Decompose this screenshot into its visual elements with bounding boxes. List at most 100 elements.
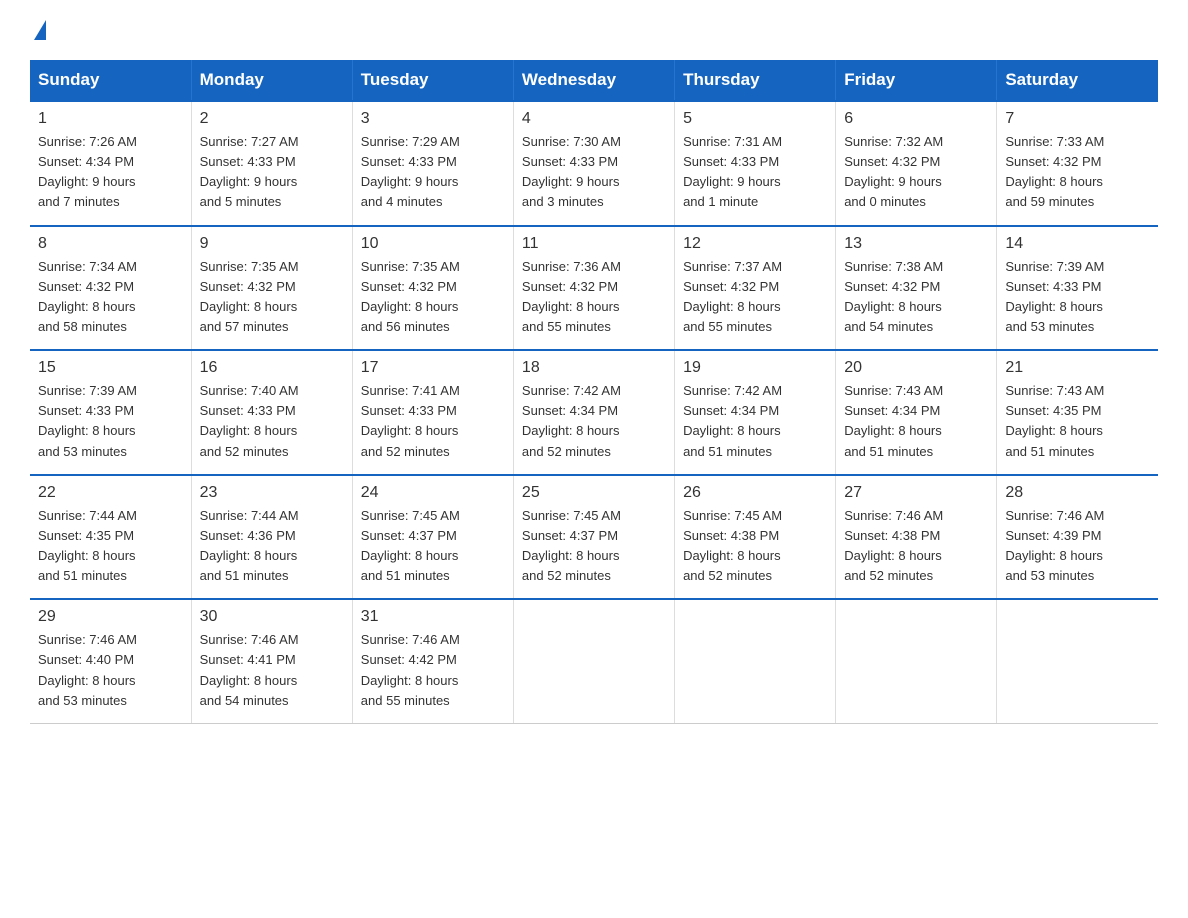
day-number: 15	[38, 359, 183, 377]
day-info: Sunrise: 7:41 AMSunset: 4:33 PMDaylight:…	[361, 381, 505, 462]
day-number: 18	[522, 359, 666, 377]
calendar-day-cell: 20 Sunrise: 7:43 AMSunset: 4:34 PMDaylig…	[836, 350, 997, 475]
day-of-week-header: Thursday	[675, 60, 836, 101]
logo-blue-text	[30, 20, 46, 42]
calendar-day-cell: 14 Sunrise: 7:39 AMSunset: 4:33 PMDaylig…	[997, 226, 1158, 351]
calendar-day-cell: 15 Sunrise: 7:39 AMSunset: 4:33 PMDaylig…	[30, 350, 191, 475]
day-info: Sunrise: 7:46 AMSunset: 4:41 PMDaylight:…	[200, 630, 344, 711]
calendar-week-row: 29 Sunrise: 7:46 AMSunset: 4:40 PMDaylig…	[30, 599, 1158, 723]
day-number: 20	[844, 359, 988, 377]
calendar-table: SundayMondayTuesdayWednesdayThursdayFrid…	[30, 60, 1158, 724]
day-number: 7	[1005, 110, 1150, 128]
calendar-day-cell: 31 Sunrise: 7:46 AMSunset: 4:42 PMDaylig…	[352, 599, 513, 723]
logo-triangle-icon	[34, 20, 46, 40]
day-number: 17	[361, 359, 505, 377]
day-info: Sunrise: 7:46 AMSunset: 4:40 PMDaylight:…	[38, 630, 183, 711]
calendar-week-row: 22 Sunrise: 7:44 AMSunset: 4:35 PMDaylig…	[30, 475, 1158, 600]
day-number: 3	[361, 110, 505, 128]
day-info: Sunrise: 7:29 AMSunset: 4:33 PMDaylight:…	[361, 132, 505, 213]
day-number: 19	[683, 359, 827, 377]
day-info: Sunrise: 7:46 AMSunset: 4:42 PMDaylight:…	[361, 630, 505, 711]
calendar-day-cell: 19 Sunrise: 7:42 AMSunset: 4:34 PMDaylig…	[675, 350, 836, 475]
day-number: 29	[38, 608, 183, 626]
calendar-day-cell: 23 Sunrise: 7:44 AMSunset: 4:36 PMDaylig…	[191, 475, 352, 600]
day-number: 16	[200, 359, 344, 377]
page-header	[30, 20, 1158, 42]
day-info: Sunrise: 7:27 AMSunset: 4:33 PMDaylight:…	[200, 132, 344, 213]
day-info: Sunrise: 7:45 AMSunset: 4:37 PMDaylight:…	[522, 506, 666, 587]
day-of-week-header: Wednesday	[513, 60, 674, 101]
calendar-day-cell: 16 Sunrise: 7:40 AMSunset: 4:33 PMDaylig…	[191, 350, 352, 475]
day-number: 30	[200, 608, 344, 626]
day-of-week-header: Saturday	[997, 60, 1158, 101]
day-info: Sunrise: 7:44 AMSunset: 4:36 PMDaylight:…	[200, 506, 344, 587]
day-info: Sunrise: 7:45 AMSunset: 4:37 PMDaylight:…	[361, 506, 505, 587]
calendar-day-cell: 13 Sunrise: 7:38 AMSunset: 4:32 PMDaylig…	[836, 226, 997, 351]
day-number: 1	[38, 110, 183, 128]
day-number: 31	[361, 608, 505, 626]
day-info: Sunrise: 7:46 AMSunset: 4:39 PMDaylight:…	[1005, 506, 1150, 587]
day-number: 27	[844, 484, 988, 502]
day-info: Sunrise: 7:35 AMSunset: 4:32 PMDaylight:…	[200, 257, 344, 338]
calendar-day-cell: 6 Sunrise: 7:32 AMSunset: 4:32 PMDayligh…	[836, 101, 997, 226]
day-info: Sunrise: 7:34 AMSunset: 4:32 PMDaylight:…	[38, 257, 183, 338]
calendar-day-cell	[997, 599, 1158, 723]
calendar-day-cell: 24 Sunrise: 7:45 AMSunset: 4:37 PMDaylig…	[352, 475, 513, 600]
day-info: Sunrise: 7:38 AMSunset: 4:32 PMDaylight:…	[844, 257, 988, 338]
day-number: 28	[1005, 484, 1150, 502]
days-of-week-row: SundayMondayTuesdayWednesdayThursdayFrid…	[30, 60, 1158, 101]
day-number: 10	[361, 235, 505, 253]
day-number: 4	[522, 110, 666, 128]
day-of-week-header: Friday	[836, 60, 997, 101]
day-info: Sunrise: 7:39 AMSunset: 4:33 PMDaylight:…	[38, 381, 183, 462]
day-number: 13	[844, 235, 988, 253]
calendar-week-row: 1 Sunrise: 7:26 AMSunset: 4:34 PMDayligh…	[30, 101, 1158, 226]
calendar-day-cell	[675, 599, 836, 723]
calendar-day-cell: 10 Sunrise: 7:35 AMSunset: 4:32 PMDaylig…	[352, 226, 513, 351]
calendar-day-cell: 5 Sunrise: 7:31 AMSunset: 4:33 PMDayligh…	[675, 101, 836, 226]
day-number: 21	[1005, 359, 1150, 377]
calendar-day-cell: 28 Sunrise: 7:46 AMSunset: 4:39 PMDaylig…	[997, 475, 1158, 600]
day-number: 6	[844, 110, 988, 128]
calendar-day-cell: 27 Sunrise: 7:46 AMSunset: 4:38 PMDaylig…	[836, 475, 997, 600]
day-of-week-header: Monday	[191, 60, 352, 101]
day-of-week-header: Tuesday	[352, 60, 513, 101]
day-info: Sunrise: 7:45 AMSunset: 4:38 PMDaylight:…	[683, 506, 827, 587]
day-info: Sunrise: 7:43 AMSunset: 4:34 PMDaylight:…	[844, 381, 988, 462]
calendar-day-cell: 29 Sunrise: 7:46 AMSunset: 4:40 PMDaylig…	[30, 599, 191, 723]
day-info: Sunrise: 7:46 AMSunset: 4:38 PMDaylight:…	[844, 506, 988, 587]
day-number: 11	[522, 235, 666, 253]
calendar-day-cell: 4 Sunrise: 7:30 AMSunset: 4:33 PMDayligh…	[513, 101, 674, 226]
calendar-day-cell: 30 Sunrise: 7:46 AMSunset: 4:41 PMDaylig…	[191, 599, 352, 723]
day-info: Sunrise: 7:40 AMSunset: 4:33 PMDaylight:…	[200, 381, 344, 462]
day-info: Sunrise: 7:26 AMSunset: 4:34 PMDaylight:…	[38, 132, 183, 213]
logo	[30, 20, 46, 42]
day-number: 9	[200, 235, 344, 253]
day-number: 14	[1005, 235, 1150, 253]
day-info: Sunrise: 7:42 AMSunset: 4:34 PMDaylight:…	[683, 381, 827, 462]
calendar-day-cell: 3 Sunrise: 7:29 AMSunset: 4:33 PMDayligh…	[352, 101, 513, 226]
day-number: 22	[38, 484, 183, 502]
calendar-day-cell: 21 Sunrise: 7:43 AMSunset: 4:35 PMDaylig…	[997, 350, 1158, 475]
calendar-day-cell	[513, 599, 674, 723]
day-info: Sunrise: 7:32 AMSunset: 4:32 PMDaylight:…	[844, 132, 988, 213]
calendar-day-cell: 25 Sunrise: 7:45 AMSunset: 4:37 PMDaylig…	[513, 475, 674, 600]
day-info: Sunrise: 7:42 AMSunset: 4:34 PMDaylight:…	[522, 381, 666, 462]
calendar-day-cell: 12 Sunrise: 7:37 AMSunset: 4:32 PMDaylig…	[675, 226, 836, 351]
day-number: 25	[522, 484, 666, 502]
day-info: Sunrise: 7:44 AMSunset: 4:35 PMDaylight:…	[38, 506, 183, 587]
calendar-header: SundayMondayTuesdayWednesdayThursdayFrid…	[30, 60, 1158, 101]
day-of-week-header: Sunday	[30, 60, 191, 101]
calendar-body: 1 Sunrise: 7:26 AMSunset: 4:34 PMDayligh…	[30, 101, 1158, 723]
day-info: Sunrise: 7:36 AMSunset: 4:32 PMDaylight:…	[522, 257, 666, 338]
day-number: 5	[683, 110, 827, 128]
day-number: 2	[200, 110, 344, 128]
calendar-day-cell: 9 Sunrise: 7:35 AMSunset: 4:32 PMDayligh…	[191, 226, 352, 351]
day-info: Sunrise: 7:31 AMSunset: 4:33 PMDaylight:…	[683, 132, 827, 213]
day-info: Sunrise: 7:33 AMSunset: 4:32 PMDaylight:…	[1005, 132, 1150, 213]
day-info: Sunrise: 7:35 AMSunset: 4:32 PMDaylight:…	[361, 257, 505, 338]
calendar-day-cell	[836, 599, 997, 723]
calendar-day-cell: 2 Sunrise: 7:27 AMSunset: 4:33 PMDayligh…	[191, 101, 352, 226]
day-info: Sunrise: 7:37 AMSunset: 4:32 PMDaylight:…	[683, 257, 827, 338]
calendar-week-row: 8 Sunrise: 7:34 AMSunset: 4:32 PMDayligh…	[30, 226, 1158, 351]
